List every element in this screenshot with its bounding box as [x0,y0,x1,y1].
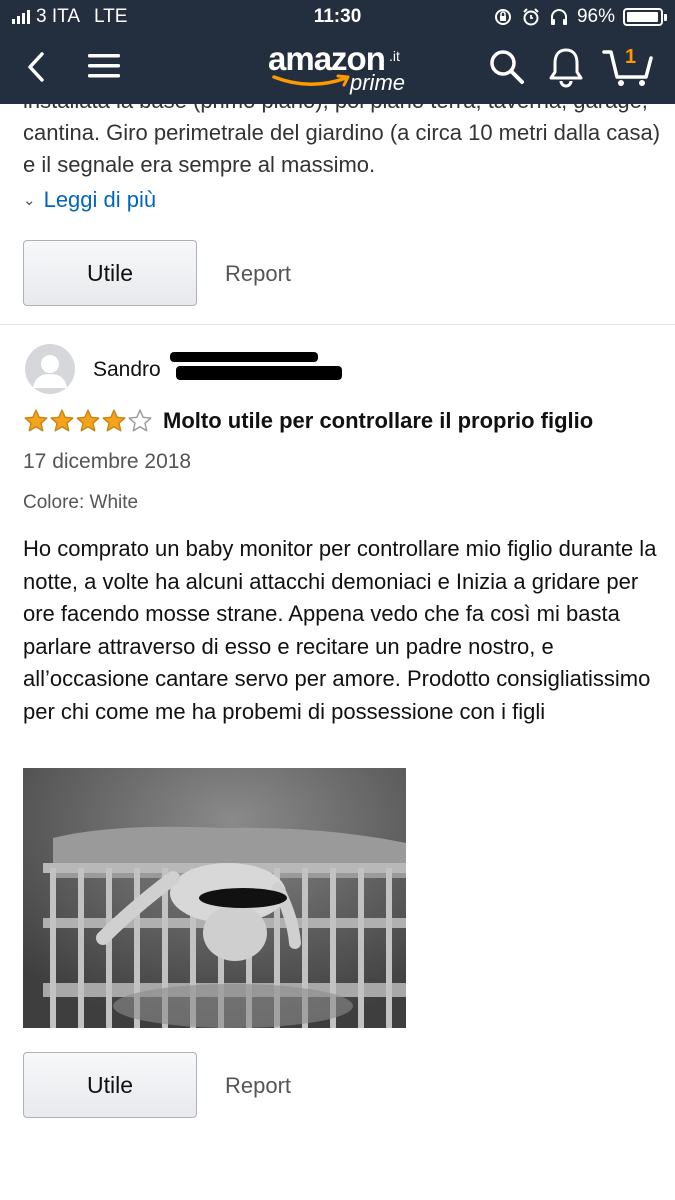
report-link[interactable]: Report [225,1073,291,1099]
smile-arrow-icon [272,74,350,87]
star-rating [23,408,153,434]
review-list: installata la base (primo piano), poi pi… [0,104,675,1200]
battery-percent: 96% [576,6,615,27]
battery-icon [623,8,667,26]
crib-photo-image [23,768,406,1028]
report-link[interactable]: Report [225,261,291,287]
review-photo[interactable] [23,768,406,1028]
previous-review-text: installata la base (primo piano), poi pi… [23,104,661,177]
user-icon [33,355,67,388]
app-header: 3 ITA LTE 11:30 96% amazon .it prime 1 [0,0,675,104]
star-filled-icon [76,409,100,432]
notification-bell-icon[interactable] [548,46,584,88]
logo-domain: .it [389,48,400,64]
product-variant: Colore: White [23,492,139,513]
review-date: 17 dicembre 2018 [23,450,192,473]
headphones-icon [550,9,567,25]
star-filled-icon [50,409,74,432]
logo-prime: prime [350,70,406,95]
amazon-prime-logo[interactable]: amazon .it prime [268,40,418,100]
helpful-button[interactable]: Utile [23,240,197,306]
helpful-button[interactable]: Utile [23,1052,197,1118]
search-icon[interactable] [488,48,526,86]
lock-rotation-icon [494,9,511,25]
cart-count-badge: 1 [625,46,637,68]
star-filled-icon [102,409,126,432]
read-more-label: Leggi di più [43,187,157,212]
menu-icon[interactable] [88,53,120,79]
divider [0,324,675,325]
reviewer-name[interactable]: Sandro [93,358,161,382]
redaction-bar [170,352,318,362]
nav-bar: amazon .it prime 1 [0,34,675,104]
review-body: Ho comprato un baby monitor per controll… [23,536,657,724]
status-bar: 3 ITA LTE 11:30 96% [0,0,675,34]
back-icon[interactable] [24,50,48,84]
star-filled-icon [24,409,48,432]
redaction-bar [176,366,342,380]
alarm-icon [523,8,539,26]
review-title[interactable]: Molto utile per controllare il proprio f… [163,408,593,434]
chevron-down-icon: ⌄ [23,192,36,209]
avatar [25,344,75,394]
read-more-link[interactable]: ⌄ Leggi di più [23,187,156,213]
star-empty-icon [128,409,152,432]
